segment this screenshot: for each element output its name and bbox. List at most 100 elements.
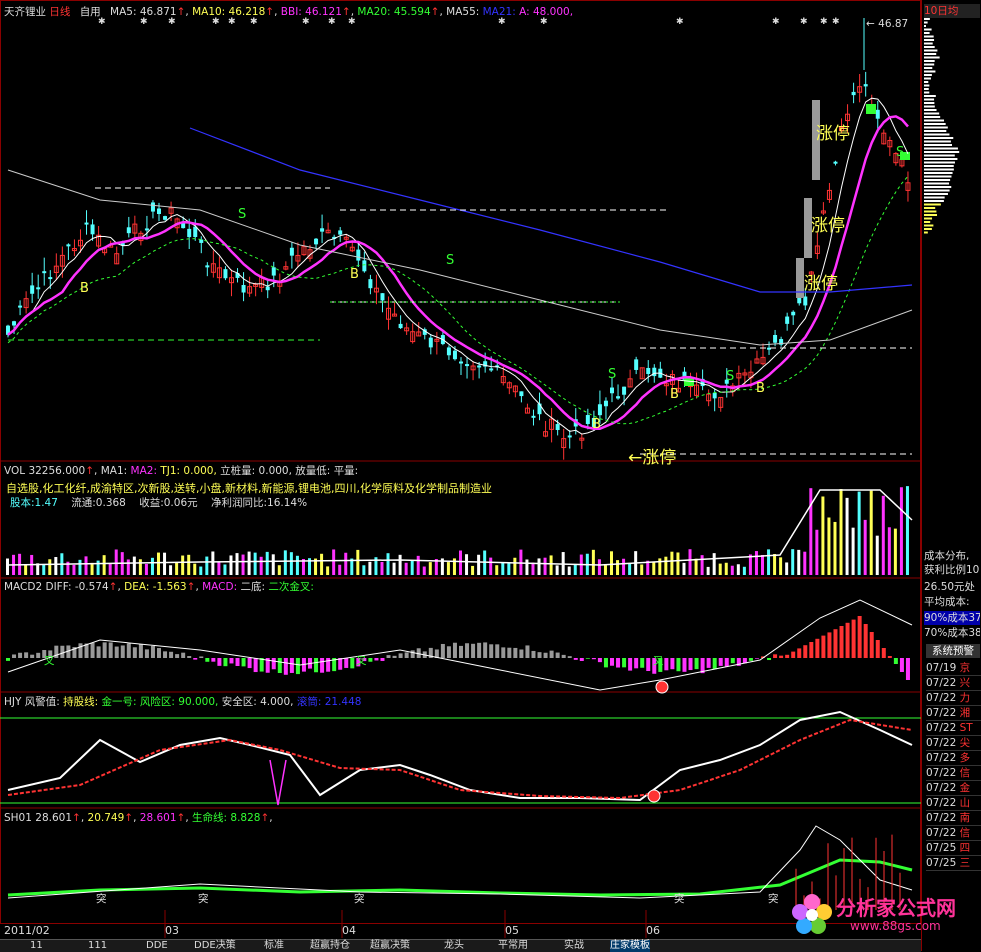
candle-body xyxy=(48,277,53,280)
volume-bar xyxy=(175,562,179,575)
warning-stock: 南 xyxy=(959,812,971,824)
volume-bar xyxy=(803,551,807,575)
mode-label[interactable]: 自用 xyxy=(80,6,101,18)
macd-bar xyxy=(779,655,784,658)
candle-body xyxy=(199,239,204,243)
volume-bar xyxy=(603,565,607,575)
tab-common[interactable]: 平常用 xyxy=(498,940,528,952)
sh01-v2: 20.749 xyxy=(87,812,125,824)
macd-bar xyxy=(247,658,252,669)
warning-date: 07/25 xyxy=(926,857,960,869)
macd-bar xyxy=(90,642,95,658)
break-marker: 突 xyxy=(198,893,209,905)
smiley-icon xyxy=(647,789,661,803)
warning-stock: 山 xyxy=(959,797,971,809)
sh01-header: SH01 28.601↑, 20.749↑, 28.601↑, 生命线: 8.8… xyxy=(4,812,273,824)
tab-111[interactable]: 111 xyxy=(88,940,107,952)
candle-body xyxy=(368,279,373,289)
macd-bar xyxy=(845,622,850,658)
candle-body xyxy=(712,392,717,399)
macd-bar xyxy=(108,642,113,658)
macd-bar xyxy=(24,652,29,658)
warning-item[interactable]: 07/25 四 xyxy=(926,841,981,856)
cost-bar xyxy=(924,207,936,209)
tab-chaoying-hold[interactable]: 超赢持仓 xyxy=(310,940,350,952)
warning-stock: 兴 xyxy=(959,677,971,689)
macd-bar xyxy=(126,643,131,658)
tab-dealer-template[interactable]: 庄家模板 xyxy=(610,940,650,952)
macd-bar xyxy=(869,632,874,658)
candle-body xyxy=(144,228,149,231)
tab-practice[interactable]: 实战 xyxy=(564,940,584,952)
warning-item[interactable]: 07/22 多 xyxy=(926,751,981,766)
warning-item[interactable]: 07/22 山 xyxy=(926,796,981,811)
ma20-line xyxy=(7,175,909,425)
candle-body xyxy=(265,286,270,291)
volume-bar xyxy=(211,551,215,575)
macd-bar xyxy=(610,658,614,666)
volume-bar xyxy=(748,554,752,575)
candle-body xyxy=(610,387,614,394)
volume-bar xyxy=(48,559,52,575)
limit-up-label: 涨停 xyxy=(804,274,838,294)
volume-bar xyxy=(320,553,324,575)
macd-macd: MACD: xyxy=(202,581,238,593)
warning-item[interactable]: 07/25 三 xyxy=(926,856,981,871)
tab-leader[interactable]: 龙头 xyxy=(444,940,464,952)
warn-title[interactable]: 系统预警 xyxy=(926,644,980,658)
macd-bar xyxy=(295,658,300,675)
volume-bar xyxy=(700,555,704,575)
signal-star-icon: ✱ xyxy=(676,17,684,27)
volume-bar xyxy=(283,550,287,575)
cost-70: 70%成本38 xyxy=(924,627,980,639)
tab-11[interactable]: 11 xyxy=(30,940,43,952)
sell-signal: S xyxy=(446,253,455,268)
volume-bar xyxy=(797,549,801,575)
volume-bar xyxy=(833,521,837,575)
cost-bar xyxy=(924,39,935,41)
candle-body xyxy=(187,228,192,238)
volume-bar xyxy=(205,556,209,575)
macd-bar xyxy=(555,652,560,658)
eps: 收益:0.06元 xyxy=(139,497,198,509)
candle-body xyxy=(126,227,131,234)
volume-bar xyxy=(163,552,167,575)
macd-bar xyxy=(181,652,186,658)
buy-signal: B xyxy=(670,387,679,402)
candle-body xyxy=(785,316,790,324)
cost-bar xyxy=(924,112,940,115)
macd-bar xyxy=(688,658,693,671)
tab-chaoying-decision[interactable]: 超赢决策 xyxy=(370,940,410,952)
warning-item[interactable]: 07/22 尖 xyxy=(926,736,981,751)
warning-item[interactable]: 07/22 力 xyxy=(926,691,981,706)
macd-bar xyxy=(199,656,204,658)
tab-standard[interactable]: 标准 xyxy=(264,940,284,952)
warning-item[interactable]: 07/22 信 xyxy=(926,826,981,841)
warning-item[interactable]: 07/22 金 xyxy=(926,781,981,796)
warning-date: 07/22 xyxy=(926,752,960,764)
tab-dde-decision[interactable]: DDE决策 xyxy=(194,940,236,952)
macd-bar xyxy=(459,645,463,658)
warning-item[interactable]: 07/19 京 xyxy=(926,661,981,676)
macd-bar xyxy=(12,654,17,658)
volume-bar xyxy=(785,562,789,575)
volume-bar xyxy=(265,551,269,575)
macd-header: MACD2 DIFF: -0.574↑, DEA: -1.563↑, MACD:… xyxy=(4,581,314,593)
macd-bar xyxy=(537,652,542,658)
cost-bar xyxy=(924,21,928,24)
macd-bar xyxy=(634,658,639,669)
warning-item[interactable]: 07/22 信 xyxy=(926,766,981,781)
period-label[interactable]: 日线 xyxy=(49,6,70,18)
candle-body xyxy=(314,238,319,245)
warning-item[interactable]: 07/22 南 xyxy=(926,811,981,826)
hjy-name: HJY 风警值: xyxy=(4,696,60,708)
warning-date: 07/22 xyxy=(926,707,960,719)
volume-bar xyxy=(676,552,680,575)
warning-item[interactable]: 07/22 兴 xyxy=(926,676,981,691)
tab-dde[interactable]: DDE xyxy=(146,940,168,952)
break-marker: 突 xyxy=(674,893,685,905)
warning-item[interactable]: 07/22 ST xyxy=(926,721,981,736)
warning-item[interactable]: 07/22 湘 xyxy=(926,706,981,721)
warning-date: 07/22 xyxy=(926,827,960,839)
warning-date: 07/19 xyxy=(926,662,960,674)
